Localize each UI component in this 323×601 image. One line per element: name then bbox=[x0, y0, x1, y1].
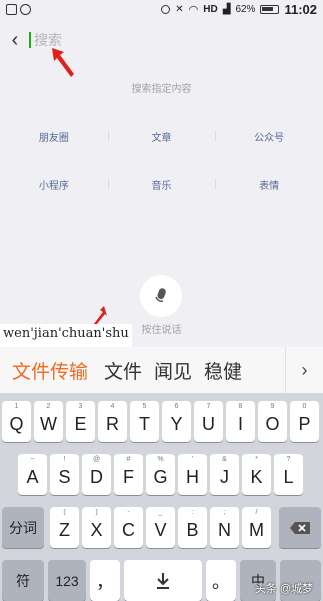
fenci-key[interactable]: 分词 bbox=[2, 507, 44, 548]
category-row: 小程序 音乐 表情 bbox=[0, 160, 323, 208]
app-notification-icon bbox=[6, 3, 17, 15]
period-key[interactable]: 。 bbox=[206, 560, 236, 601]
key-i[interactable]: 8I bbox=[226, 401, 255, 442]
key-o[interactable]: 9O bbox=[258, 401, 287, 442]
key-k[interactable]: * K bbox=[242, 454, 271, 495]
backspace-icon bbox=[290, 521, 310, 534]
key-d[interactable]: @ D bbox=[82, 454, 111, 495]
key-y[interactable]: 6Y bbox=[162, 401, 191, 442]
space-key[interactable] bbox=[124, 560, 202, 601]
text-cursor bbox=[29, 32, 31, 48]
category-stickers[interactable]: 表情 bbox=[215, 177, 323, 192]
key-g[interactable]: % G bbox=[146, 454, 175, 495]
category-official-accounts[interactable]: 公众号 bbox=[215, 129, 323, 144]
system-status: ✕ ◠ HD ▟ 62% 11:02 bbox=[161, 2, 317, 17]
key-m[interactable]: / M bbox=[242, 507, 271, 548]
search-hint: 搜索指定内容 bbox=[131, 84, 192, 95]
alarm-icon bbox=[161, 4, 171, 14]
candidate-item[interactable]: 闻见 bbox=[154, 357, 192, 384]
battery-icon bbox=[260, 4, 280, 14]
key-x[interactable]: ) X bbox=[82, 507, 111, 548]
key-c[interactable]: -C bbox=[114, 507, 143, 548]
candidate-item[interactable]: 文件 bbox=[104, 357, 142, 384]
battery-percent: 62% bbox=[235, 3, 256, 15]
mute-icon: ✕ bbox=[175, 3, 184, 15]
signal-icon: ▟ bbox=[222, 3, 231, 15]
key-w[interactable]: 2W bbox=[34, 401, 63, 442]
microphone-icon bbox=[155, 288, 166, 302]
key-n[interactable]: ; N bbox=[210, 507, 239, 548]
key-l[interactable]: ? L bbox=[274, 454, 303, 495]
ime-candidate-bar: 文件传输 文件 闻见 稳健 › bbox=[0, 347, 323, 393]
annotation-arrow-icon bbox=[52, 48, 74, 77]
symbol-key[interactable]: 符 bbox=[2, 560, 44, 601]
key-r[interactable]: 4R bbox=[98, 401, 127, 442]
watermark: 头条 @城梦 bbox=[254, 583, 313, 595]
space-download-icon bbox=[157, 572, 169, 589]
key-p[interactable]: 0P bbox=[290, 401, 319, 442]
key-u[interactable]: 7U bbox=[194, 401, 223, 442]
key-e[interactable]: 3E bbox=[66, 401, 95, 442]
network-type-label: HD bbox=[203, 3, 218, 15]
category-music[interactable]: 音乐 bbox=[107, 177, 216, 192]
status-bar: ✕ ◠ HD ▟ 62% 11:02 bbox=[0, 0, 323, 18]
ime-keyboard: 1Q 2W 3E 4R 5T 6Y 7U 8I 9O 0P ~ A ! S @ D #… bbox=[0, 393, 323, 601]
category-moments[interactable]: 朋友圈 bbox=[0, 129, 108, 144]
notification-icons bbox=[6, 3, 31, 15]
key-s[interactable]: ! S bbox=[50, 454, 79, 495]
expand-candidates-chevron-icon[interactable]: › bbox=[285, 347, 323, 393]
clock: 11:02 bbox=[284, 1, 317, 17]
candidate-item[interactable]: 稳健 bbox=[204, 357, 242, 384]
key-t[interactable]: 5T bbox=[130, 401, 159, 442]
wifi-icon: ◠ bbox=[188, 3, 199, 16]
voice-search-button[interactable] bbox=[140, 275, 182, 317]
key-h[interactable]: ' H bbox=[178, 454, 207, 495]
category-mini-programs[interactable]: 小程序 bbox=[0, 177, 108, 192]
key-f[interactable]: # F bbox=[114, 454, 143, 495]
comma-key[interactable]: ， bbox=[90, 560, 120, 601]
key-b[interactable]: :B bbox=[178, 507, 207, 548]
key-j[interactable]: & J bbox=[210, 454, 239, 495]
search-category-grid: 朋友圈 文章 公众号 小程序 音乐 表情 bbox=[0, 112, 323, 208]
category-articles[interactable]: 文章 bbox=[107, 129, 216, 144]
key-v[interactable]: _ V bbox=[146, 507, 175, 548]
candidate-primary[interactable]: 文件传输 bbox=[12, 357, 88, 384]
category-row: 朋友圈 文章 公众号 bbox=[0, 112, 323, 160]
pinyin-composition: wen'jian'chuan'shu bbox=[0, 324, 132, 347]
key-q[interactable]: 1Q bbox=[2, 401, 31, 442]
back-arrow-icon[interactable]: ‹ bbox=[4, 22, 26, 58]
numbers-key[interactable]: 123 bbox=[48, 560, 86, 601]
backspace-key[interactable] bbox=[279, 507, 321, 548]
wechat-notification-icon bbox=[20, 3, 31, 15]
search-screen: ✕ ◠ HD ▟ 62% 11:02 ‹ 搜索指定内容 朋友圈 文章 公众号 小… bbox=[0, 0, 323, 601]
key-z[interactable]: (Z bbox=[50, 507, 79, 548]
key-a[interactable]: ~ A bbox=[18, 454, 47, 495]
